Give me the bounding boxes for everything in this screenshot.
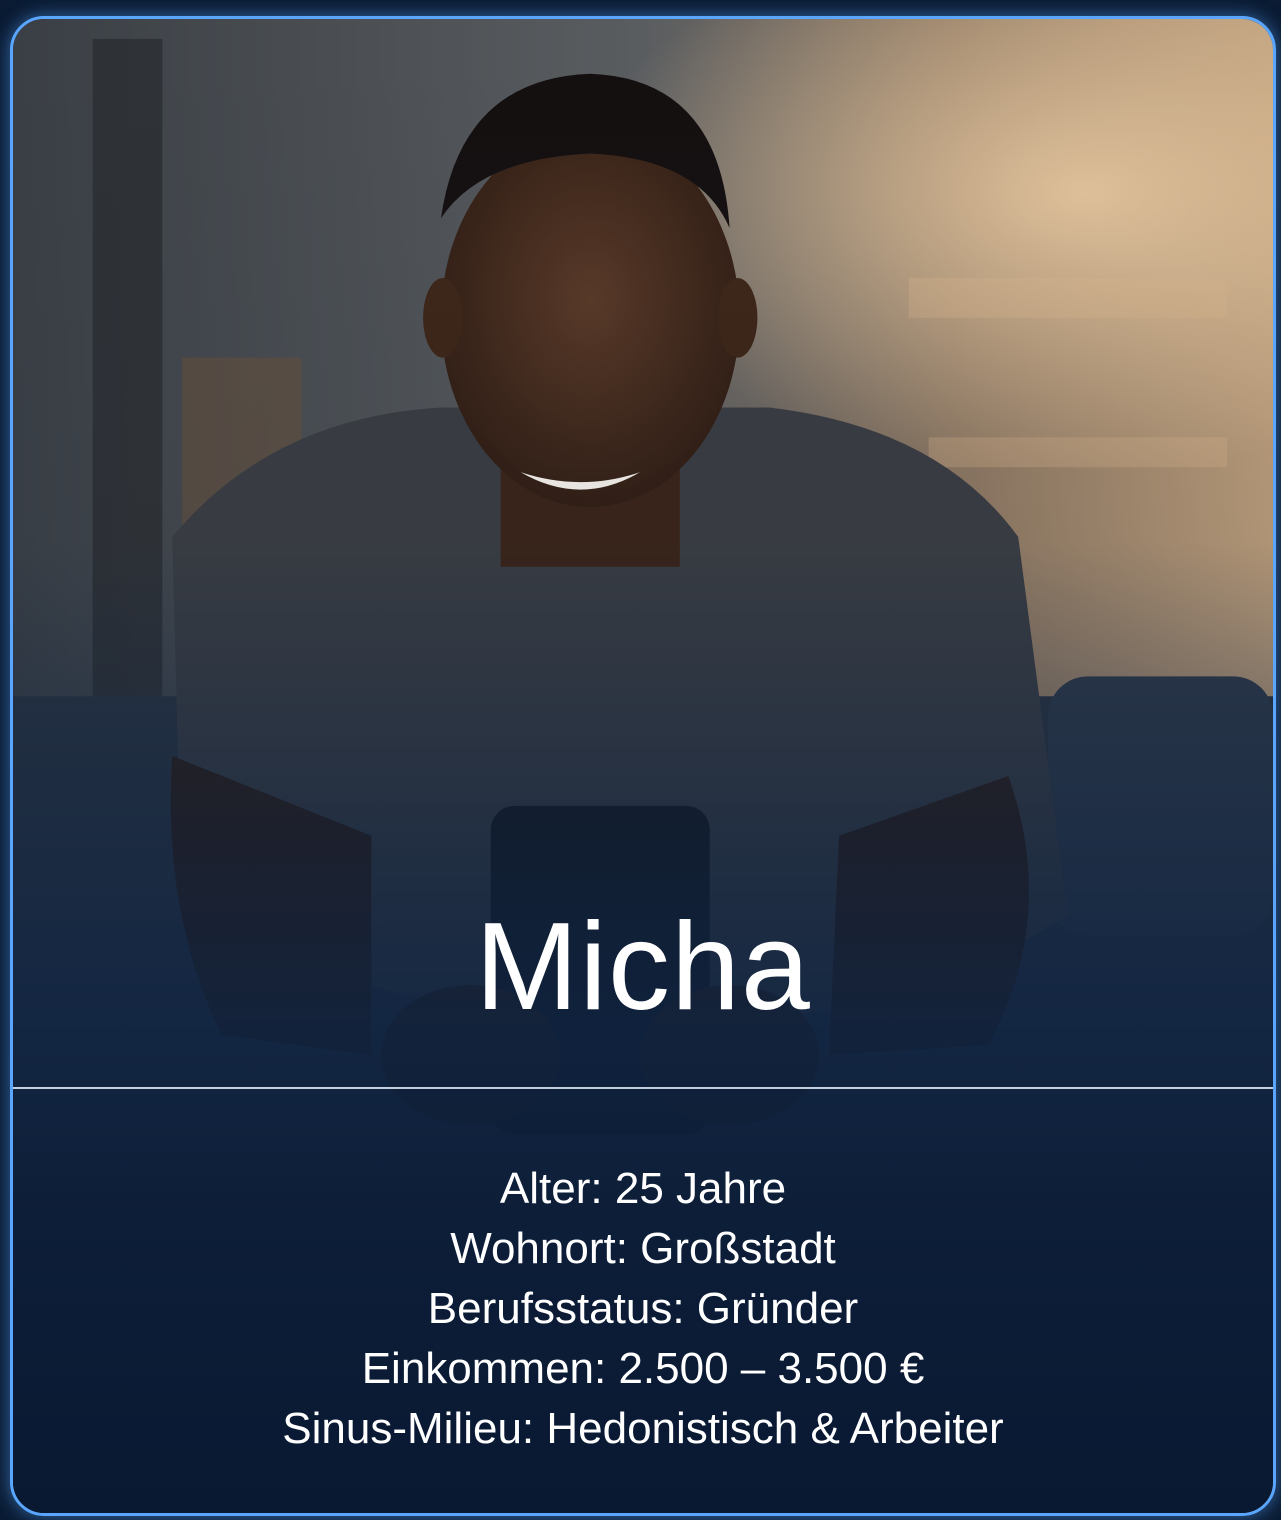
attribute-job-status: Berufsstatus: Gründer xyxy=(427,1284,859,1333)
attribute-residence: Wohnort: Großstadt xyxy=(450,1224,836,1273)
persona-name: Micha xyxy=(475,898,811,1036)
persona-card: Micha Alter: 25 Jahre Wohnort: Großstadt… xyxy=(10,16,1276,1516)
attribute-sinus-milieu: Sinus-Milieu: Hedonistisch & Arbeiter xyxy=(282,1404,1004,1453)
attribute-income: Einkommen: 2.500 – 3.500 € xyxy=(361,1344,925,1393)
attribute-age: Alter: 25 Jahre xyxy=(499,1164,787,1213)
page-background: Micha Alter: 25 Jahre Wohnort: Großstadt… xyxy=(0,0,1281,1520)
divider xyxy=(13,1087,1273,1089)
persona-attributes: Alter: 25 Jahre Wohnort: Großstadt Beruf… xyxy=(13,1159,1273,1459)
